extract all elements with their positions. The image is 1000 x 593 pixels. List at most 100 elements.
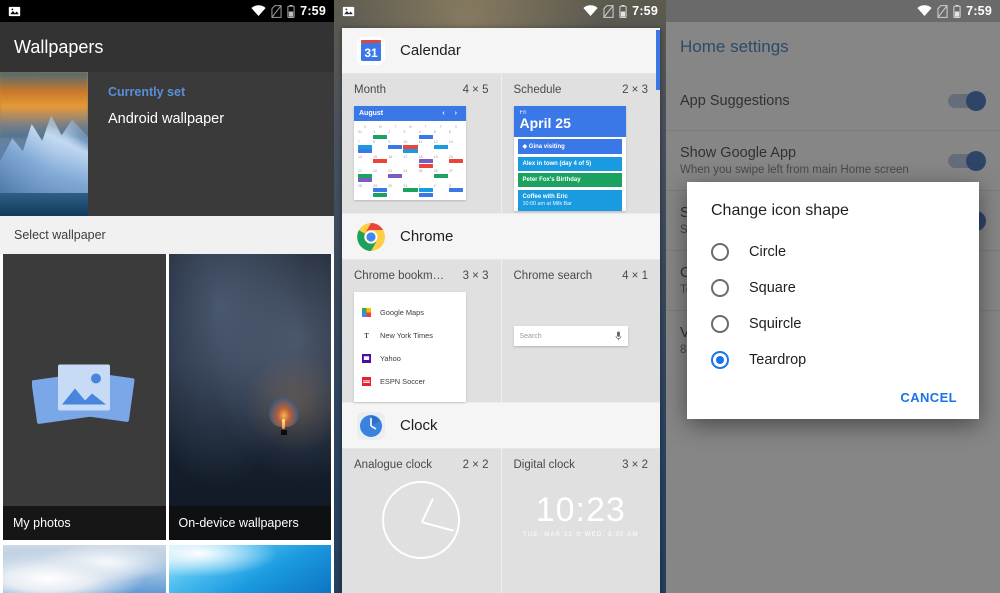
calendar-day-cell[interactable]: 10 (402, 139, 418, 154)
wallpaper-card-water[interactable] (168, 545, 331, 593)
schedule-event-sub: 10:00 am at Milk Bar (522, 200, 572, 207)
calendar-day-cell[interactable]: 2 (387, 129, 402, 139)
calendar-event-chip (388, 144, 403, 149)
calendar-event-chip (433, 173, 448, 178)
calendar-day-cell[interactable]: 1 (418, 183, 433, 198)
calendar-day-cell[interactable]: 28 (357, 183, 372, 198)
calendar-day-cell[interactable]: 19 (433, 154, 448, 169)
icon-shape-option-circle[interactable]: Circle (687, 234, 979, 270)
calendar-day-cell[interactable]: 13 (448, 139, 463, 154)
nyt-favicon: T (362, 331, 371, 340)
icon-shape-option-label: Square (749, 280, 796, 296)
calendar-day-cell[interactable]: 5 (433, 129, 448, 139)
widget-list-sheet[interactable]: 31 Calendar Month 4 × 5 August ‹ › S M T… (342, 28, 660, 593)
widget-app-header-chrome[interactable]: Chrome (342, 214, 660, 261)
calendar-day-cell[interactable]: 4 (418, 129, 433, 139)
calendar-day-cell[interactable]: 21 (357, 168, 373, 183)
no-sim-icon (271, 4, 282, 18)
calendar-day-cell[interactable]: 7 (357, 139, 373, 154)
widget-cell-chrome-bookmarks[interactable]: Chrome bookma… 3 × 3 Google Maps T New Yor… (342, 260, 501, 403)
calendar-event-chip (418, 159, 433, 163)
widget-cell-analogue-clock[interactable]: Analogue clock 2 × 2 (342, 449, 501, 593)
calendar-day-cell[interactable]: 3 (402, 129, 417, 139)
calendar-day-cell[interactable]: 26 (433, 168, 448, 183)
calendar-day-cell[interactable]: 25 (418, 168, 433, 183)
widget-size: 2 × 2 (462, 459, 489, 472)
widget-cell-month[interactable]: Month 4 × 5 August ‹ › S M T W T F S 31 1 2 3 4 5 6 7 8… (342, 74, 501, 213)
widget-app-header-clock[interactable]: Clock (342, 403, 660, 450)
widget-app-name: Chrome (400, 228, 454, 246)
widget-size: 2 × 3 (622, 84, 648, 96)
calendar-day-cell[interactable]: 16 (387, 154, 402, 169)
battery-icon (619, 4, 627, 18)
bookmark-item[interactable]: Yahoo (362, 347, 458, 370)
calendar-day-cell[interactable]: 3 (448, 183, 463, 198)
wallpaper-card-my-photos[interactable]: My photos (3, 254, 166, 540)
calendar-day-cell[interactable]: 8 (372, 139, 387, 154)
calendar-day-cell[interactable]: 11 (418, 139, 433, 154)
bookmark-item[interactable]: T New York Times (362, 324, 458, 347)
cancel-button[interactable]: CANCEL (900, 390, 957, 405)
icon-shape-option-squircle[interactable]: Squircle (687, 306, 979, 342)
calendar-day-cell[interactable]: 27 (448, 168, 463, 183)
calendar-event-chip (358, 149, 373, 153)
chrome-search-placeholder: Search (519, 332, 542, 340)
radio-button[interactable] (711, 279, 729, 297)
wallpaper-card-on-device[interactable]: On-device wallpapers (168, 254, 331, 540)
calendar-day-cell[interactable]: 9 (387, 139, 403, 154)
icon-shape-option-teardrop[interactable]: Teardrop (687, 342, 979, 378)
icon-shape-option-square[interactable]: Square (687, 270, 979, 306)
calendar-day-cell[interactable]: 12 (433, 139, 448, 154)
calendar-day-cell[interactable]: 14 (357, 154, 372, 169)
calendar-day-cell[interactable]: 1 (372, 129, 388, 139)
calendar-day-cell[interactable]: 31 (357, 129, 372, 139)
radio-button[interactable] (711, 351, 729, 369)
calendar-day-cell[interactable]: 18 (418, 154, 433, 169)
wallpaper-card-clouds[interactable] (3, 545, 166, 593)
calendar-day-cell[interactable]: 22 (372, 168, 387, 183)
widget-size: 4 × 1 (622, 270, 648, 283)
calendar-day-cell[interactable]: 23 (387, 168, 403, 183)
calendar-day-cell[interactable]: 15 (372, 154, 388, 169)
status-bar: 7:59 (0, 0, 334, 22)
calendar-day-cell[interactable]: 2 (433, 183, 448, 198)
no-sim-icon (603, 4, 614, 18)
photos-icon (32, 364, 135, 424)
calendar-event-chip (373, 192, 388, 197)
calendar-day-cell[interactable]: 29 (372, 183, 388, 198)
widget-cell-digital-clock[interactable]: Digital clock 3 × 2 10:23 TUE, MAR 22 ⏱ … (500, 449, 661, 593)
widget-app-header-calendar[interactable]: 31 Calendar (342, 28, 660, 74)
radio-button[interactable] (711, 243, 729, 261)
bookmark-item[interactable]: ESPN Soccer (362, 370, 458, 393)
status-bar-right: 7:59 (583, 4, 658, 18)
calendar-day-cell[interactable]: 31 (402, 183, 418, 198)
widget-name: Month (354, 84, 386, 96)
radio-button[interactable] (711, 315, 729, 333)
digital-clock-time: 10:23 (535, 491, 626, 530)
widget-cell-schedule[interactable]: Schedule 2 × 3 Fri April 25 ◆ Gina visit… (500, 74, 661, 214)
wallpaper-grid: My photos On-device wallpapers (0, 254, 334, 593)
calendar-day-cell[interactable]: 20 (448, 154, 463, 169)
widget-name: Analogue clock (354, 459, 432, 472)
widget-cell-chrome-search[interactable]: Chrome search 4 × 1 Search (500, 260, 661, 403)
widget-preview-digital-clock: 10:23 TUE, MAR 22 ⏱ WED, 8:30 AM (514, 481, 649, 539)
bookmark-label: Google Maps (380, 308, 424, 318)
calendar-day-cell[interactable]: 30 (387, 183, 402, 198)
calendar-day-cell[interactable]: 17 (402, 154, 417, 169)
widget-app-name: Calendar (400, 42, 461, 59)
calendar-event-chip (373, 188, 388, 192)
wifi-icon (583, 5, 598, 17)
calendar-event-chip (418, 163, 433, 168)
bookmark-item[interactable]: Google Maps (362, 301, 458, 324)
calendar-week-row: 14 15 16 17 18 19 20 (357, 154, 463, 169)
widget-preview-calendar-schedule: Fri April 25 ◆ Gina visiting Alex in town… (513, 106, 649, 211)
calendar-day-cell[interactable]: 6 (448, 129, 463, 139)
calendar-event-chip (358, 178, 373, 182)
widget-name: Chrome bookma… (354, 270, 450, 283)
current-wallpaper-row[interactable]: Currently set Android wallpaper (0, 72, 334, 216)
wallpapers-appbar: Wallpapers (0, 22, 334, 72)
select-wallpaper-header: Select wallpaper (0, 216, 334, 254)
bookmark-label: Yahoo (380, 354, 401, 364)
bookmark-label: New York Times (380, 331, 433, 341)
calendar-day-cell[interactable]: 24 (402, 168, 417, 183)
